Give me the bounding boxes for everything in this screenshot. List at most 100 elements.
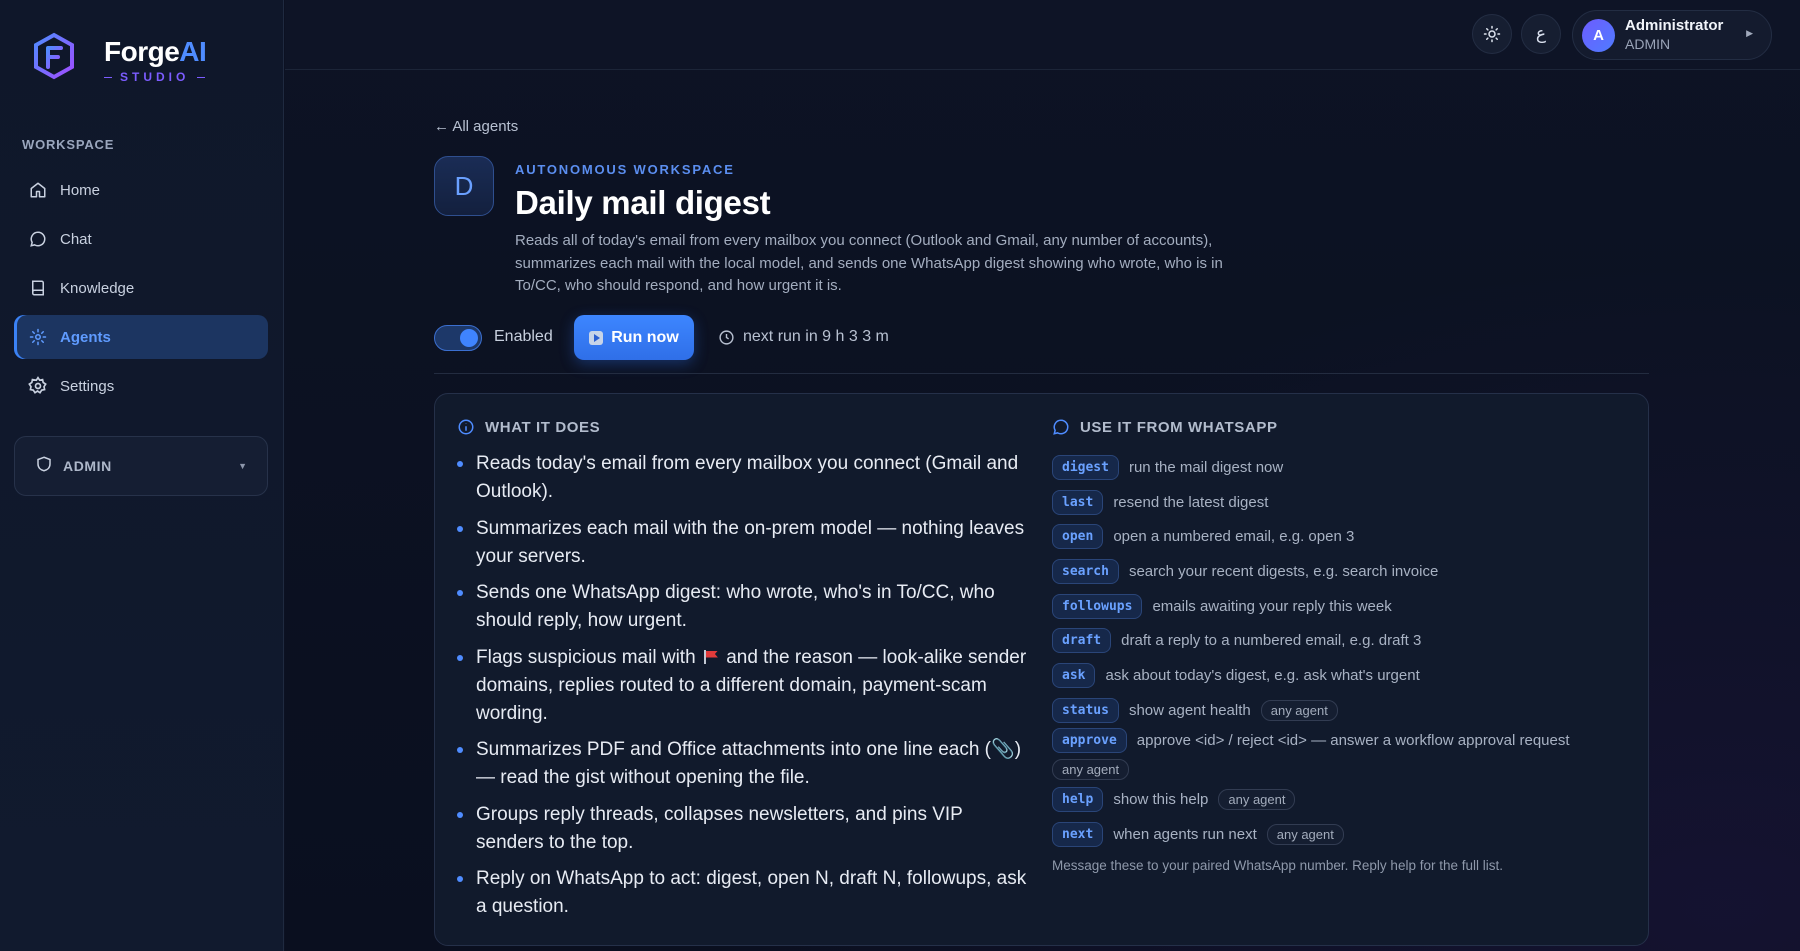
command-row: status show agent health any agent <box>1052 693 1632 728</box>
enabled-toggle[interactable] <box>434 325 482 351</box>
shield-icon <box>35 455 53 478</box>
command-row: next when agents run next any agent <box>1052 817 1632 852</box>
play-icon <box>589 330 604 345</box>
info-icon <box>458 419 474 435</box>
command-description: resend the latest digest <box>1113 493 1269 511</box>
theme-toggle-button[interactable] <box>1472 14 1512 54</box>
list-item: Summarizes each mail with the on-prem mo… <box>457 515 1027 571</box>
command-row: search search your recent digests, e.g. s… <box>1052 554 1632 589</box>
admin-label: ADMIN <box>63 458 112 474</box>
command-code: search <box>1052 558 1119 584</box>
what-it-does-heading: WHAT IT DOES <box>457 418 600 436</box>
agent-description: Reads all of today's email from every ma… <box>515 232 1223 294</box>
command-description: approve <id> / reject <id> — answer a wo… <box>1136 731 1570 749</box>
whatsapp-footer-note: Message these to your paired WhatsApp nu… <box>1052 857 1503 873</box>
brand-subtitle: STUDIO <box>104 70 206 84</box>
sidebar-item-settings[interactable]: Settings <box>14 364 268 408</box>
command-row: ask ask about today's digest, e.g. ask wh… <box>1052 658 1632 693</box>
clock-icon <box>719 329 734 345</box>
command-code: draft <box>1052 628 1112 654</box>
command-description: emails awaiting your reply this week <box>1152 597 1392 615</box>
command-row: help show this help any agent <box>1052 783 1632 818</box>
home-icon <box>28 180 48 200</box>
command-description: draft a reply to a numbered email, e.g. … <box>1121 632 1422 650</box>
paperclip-icon: 📎 <box>991 739 1015 760</box>
command-code: ask <box>1052 662 1096 688</box>
admin-dropdown[interactable]: ADMIN ▼ <box>14 436 268 496</box>
sidebar-item-agents[interactable]: Agents <box>14 315 268 359</box>
workspace-section-label: WORKSPACE <box>22 137 115 152</box>
command-description: when agents run next <box>1113 826 1257 844</box>
command-description: search your recent digests, e.g. search … <box>1128 562 1439 580</box>
scope-badge: any agent <box>1266 824 1344 846</box>
run-now-label: Run now <box>611 328 679 346</box>
command-row: approve approve <id> / reject <id> — answ… <box>1052 727 1632 780</box>
command-row: draft draft a reply to a numbered email, … <box>1052 623 1632 658</box>
sidebar-item-label: Knowledge <box>60 279 135 297</box>
toggle-knob <box>460 329 478 347</box>
command-description: show this help <box>1113 791 1209 809</box>
command-code: help <box>1052 787 1104 813</box>
enabled-label: Enabled <box>494 328 553 345</box>
sun-icon <box>1483 25 1501 43</box>
user-menu[interactable]: A Administrator ADMIN ▶ <box>1572 10 1772 60</box>
sidebar-item-label: Chat <box>60 230 92 248</box>
sidebar-item-label: Settings <box>60 377 115 395</box>
sidebar-nav: Home Chat Knowledge Agents Settings <box>14 168 268 413</box>
forge-logo-icon <box>34 32 74 80</box>
page-title: Daily mail digest <box>515 184 771 221</box>
scope-badge: any agent <box>1052 758 1130 780</box>
gear-icon <box>28 376 48 396</box>
command-code: approve <box>1052 727 1127 753</box>
language-toggle-button[interactable]: ع <box>1521 14 1561 54</box>
command-code: next <box>1052 822 1104 848</box>
command-code: open <box>1052 524 1104 550</box>
list-item: Groups reply threads, collapses newslett… <box>457 801 1027 857</box>
divider <box>434 373 1649 374</box>
list-item: Reply on WhatsApp to act: digest, open N… <box>457 865 1027 921</box>
sidebar-item-label: Agents <box>60 328 111 346</box>
command-description: ask about today's digest, e.g. ask what'… <box>1105 666 1420 684</box>
user-role: ADMIN <box>1625 36 1671 52</box>
command-row: digest run the mail digest now <box>1052 450 1632 485</box>
command-code: followups <box>1052 593 1143 619</box>
agent-eyebrow: AUTONOMOUS WORKSPACE <box>515 162 735 177</box>
red-flag-icon <box>703 649 719 664</box>
command-description: run the mail digest now <box>1128 458 1284 476</box>
chat-bubble-icon <box>1053 419 1069 435</box>
sidebar: ForgeAI STUDIO WORKSPACE Home Chat Knowl… <box>0 0 284 951</box>
sidebar-item-knowledge[interactable]: Knowledge <box>14 266 268 310</box>
brand-name: ForgeAI <box>104 36 207 67</box>
scope-badge: any agent <box>1260 699 1338 721</box>
run-now-button[interactable]: Run now <box>574 315 694 360</box>
command-row: followups emails awaiting your reply this… <box>1052 589 1632 624</box>
command-code: status <box>1052 697 1119 723</box>
scope-badge: any agent <box>1218 789 1296 811</box>
user-name: Administrator <box>1625 17 1724 34</box>
feature-list: Reads today's email from every mailbox y… <box>457 450 1027 930</box>
command-code: last <box>1052 489 1104 515</box>
list-item: Summarizes PDF and Office attachments in… <box>457 736 1027 792</box>
brand-logo[interactable]: ForgeAI STUDIO <box>32 32 207 84</box>
next-run-text: next run in 9 h 3 3 m <box>743 328 889 345</box>
sidebar-item-home[interactable]: Home <box>14 168 268 212</box>
book-icon <box>28 278 48 298</box>
agent-avatar: D <box>434 156 494 216</box>
command-row: last resend the latest digest <box>1052 485 1632 520</box>
chevron-right-icon: ▶ <box>1746 28 1753 38</box>
list-item: Reads today's email from every mailbox y… <box>457 450 1027 506</box>
sidebar-item-chat[interactable]: Chat <box>14 217 268 261</box>
chat-icon <box>28 229 48 249</box>
command-code: digest <box>1052 454 1119 480</box>
command-description: show agent health <box>1128 701 1251 719</box>
command-row: open open a numbered email, e.g. open 3 <box>1052 519 1632 554</box>
top-bar: ع A Administrator ADMIN ▶ <box>285 0 1800 70</box>
chevron-down-icon: ▼ <box>238 461 247 471</box>
language-glyph: ع <box>1535 24 1547 43</box>
avatar: A <box>1582 19 1615 52</box>
whatsapp-heading: USE IT FROM WHATSAPP <box>1052 418 1278 436</box>
command-description: open a numbered email, e.g. open 3 <box>1113 528 1355 546</box>
back-to-agents-link[interactable]: ← All agents <box>434 118 518 135</box>
brand-text: ForgeAI STUDIO <box>104 36 207 84</box>
sidebar-item-label: Home <box>60 181 101 199</box>
